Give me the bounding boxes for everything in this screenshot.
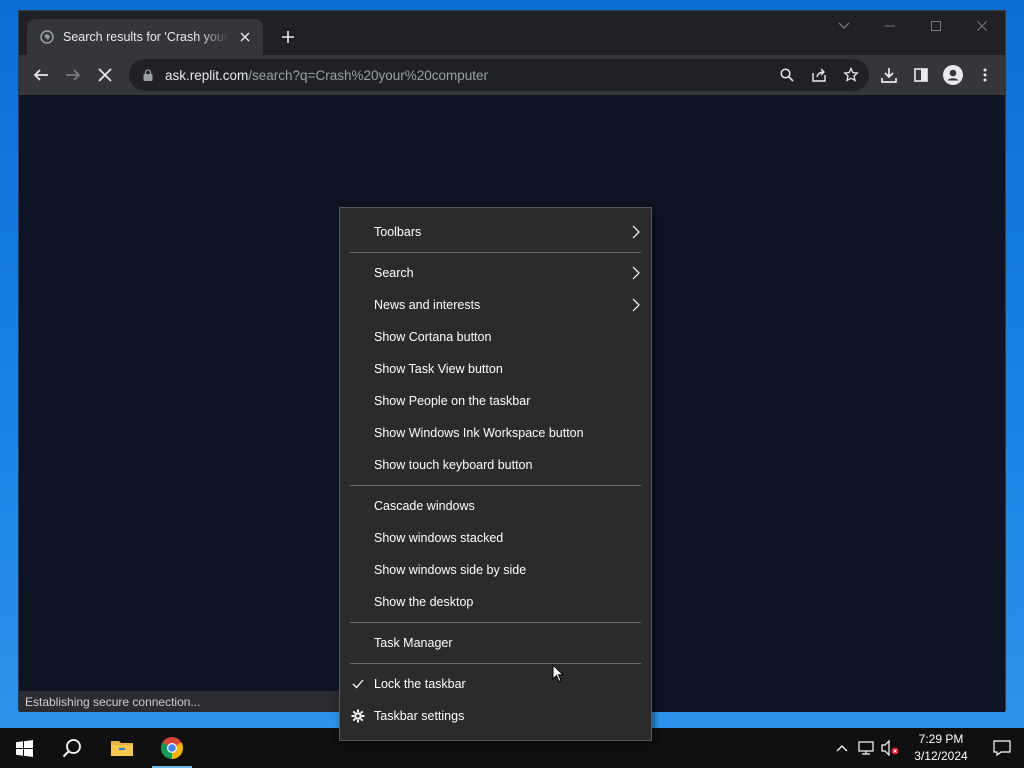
menu-item-label: Toolbars (374, 225, 422, 239)
close-window-icon[interactable] (959, 11, 1005, 41)
volume-muted-icon[interactable] (878, 728, 902, 768)
zoom-search-icon[interactable] (775, 63, 799, 87)
notification-center-icon[interactable] (980, 728, 1024, 768)
submenu-arrow-icon (632, 298, 640, 312)
submenu-arrow-icon (632, 266, 640, 280)
windows-start-icon[interactable] (0, 728, 48, 768)
show-hidden-icons-chevron-icon[interactable] (830, 728, 854, 768)
loading-status: Establishing secure connection... (19, 691, 349, 712)
clock-time: 7:29 PM (918, 732, 964, 746)
mouse-pointer-icon (552, 664, 564, 683)
menu-item-show-cortana-button[interactable]: Show Cortana button (340, 321, 651, 353)
menu-item-show-windows-side-by-side[interactable]: Show windows side by side (340, 554, 651, 586)
menu-item-label: Task Manager (374, 636, 453, 650)
window-controls (821, 11, 1005, 41)
menu-item-label: Taskbar settings (374, 709, 465, 723)
checkmark-icon (350, 676, 366, 692)
browser-toolbar: ask.replit.com/search?q=Crash%20your%20c… (19, 55, 1005, 95)
tab-strip: Search results for 'Crash your computer' (19, 11, 1005, 55)
url-host: ask.replit.com (165, 67, 249, 83)
profile-avatar-icon[interactable] (941, 63, 965, 87)
menu-item-cascade-windows[interactable]: Cascade windows (340, 490, 651, 522)
browser-tab[interactable]: Search results for 'Crash your computer' (27, 19, 263, 55)
menu-item-label: Show People on the taskbar (374, 394, 531, 408)
side-panel-icon[interactable] (909, 63, 933, 87)
maximize-icon[interactable] (913, 11, 959, 41)
menu-item-label: Show the desktop (374, 595, 474, 609)
menu-separator (350, 663, 641, 664)
menu-separator (350, 252, 641, 253)
tab-search-chevron-icon[interactable] (821, 11, 867, 41)
menu-kebab-icon[interactable] (973, 63, 997, 87)
menu-item-label: Lock the taskbar (374, 677, 466, 691)
back-arrow-icon[interactable] (29, 63, 53, 87)
url-text: ask.replit.com/search?q=Crash%20your%20c… (165, 68, 488, 83)
tab-close-icon[interactable] (237, 29, 253, 45)
stop-loading-icon[interactable] (93, 63, 117, 87)
minimize-icon[interactable] (867, 11, 913, 41)
share-icon[interactable] (807, 63, 831, 87)
menu-item-news-and-interests[interactable]: News and interests (340, 289, 651, 321)
network-icon[interactable] (854, 728, 878, 768)
menu-item-label: Search (374, 266, 414, 280)
menu-separator (350, 622, 641, 623)
clock-date: 3/12/2024 (914, 749, 968, 763)
lock-icon[interactable] (139, 66, 157, 84)
menu-item-lock-taskbar[interactable]: Lock the taskbar (340, 668, 651, 700)
chrome-icon[interactable] (148, 728, 196, 768)
menu-item-label: Show windows stacked (374, 531, 504, 545)
menu-item-label: Show windows side by side (374, 563, 527, 577)
url-path: /search?q=Crash%20your%20computer (248, 67, 489, 83)
loading-favicon-icon (39, 29, 55, 45)
menu-item-toolbars[interactable]: Toolbars (340, 216, 651, 248)
system-tray: 7:29 PM 3/12/2024 (830, 728, 1024, 768)
omnibox-actions (775, 63, 863, 87)
menu-item-show-windows-stacked[interactable]: Show windows stacked (340, 522, 651, 554)
new-tab-icon[interactable] (278, 27, 298, 47)
menu-item-label: Show Windows Ink Workspace button (374, 426, 584, 440)
menu-item-taskbar-settings[interactable]: Taskbar settings (340, 700, 651, 732)
menu-item-label: Show touch keyboard button (374, 458, 533, 472)
file-explorer-icon[interactable] (98, 728, 146, 768)
menu-item-show-desktop[interactable]: Show the desktop (340, 586, 651, 618)
menu-item-task-manager[interactable]: Task Manager (340, 627, 651, 659)
menu-item-show-touch-keyboard[interactable]: Show touch keyboard button (340, 449, 651, 481)
menu-item-search[interactable]: Search (340, 257, 651, 289)
gear-icon (350, 708, 366, 724)
address-bar[interactable]: ask.replit.com/search?q=Crash%20your%20c… (129, 59, 869, 91)
menu-item-label: Cascade windows (374, 499, 475, 513)
menu-item-label: Show Cortana button (374, 330, 492, 344)
bookmark-star-icon[interactable] (839, 63, 863, 87)
submenu-arrow-icon (632, 225, 640, 239)
menu-item-show-ink-workspace[interactable]: Show Windows Ink Workspace button (340, 417, 651, 449)
menu-item-show-task-view-button[interactable]: Show Task View button (340, 353, 651, 385)
menu-item-show-people[interactable]: Show People on the taskbar (340, 385, 651, 417)
tab-title: Search results for 'Crash your computer' (63, 30, 229, 44)
forward-arrow-icon[interactable] (61, 63, 85, 87)
menu-item-label: Show Task View button (374, 362, 503, 376)
download-icon[interactable] (877, 63, 901, 87)
clock[interactable]: 7:29 PM 3/12/2024 (902, 731, 980, 765)
search-icon[interactable] (48, 728, 96, 768)
menu-separator (350, 485, 641, 486)
menu-item-label: News and interests (374, 298, 481, 312)
taskbar-context-menu: Toolbars Search News and interests Show … (339, 207, 652, 741)
